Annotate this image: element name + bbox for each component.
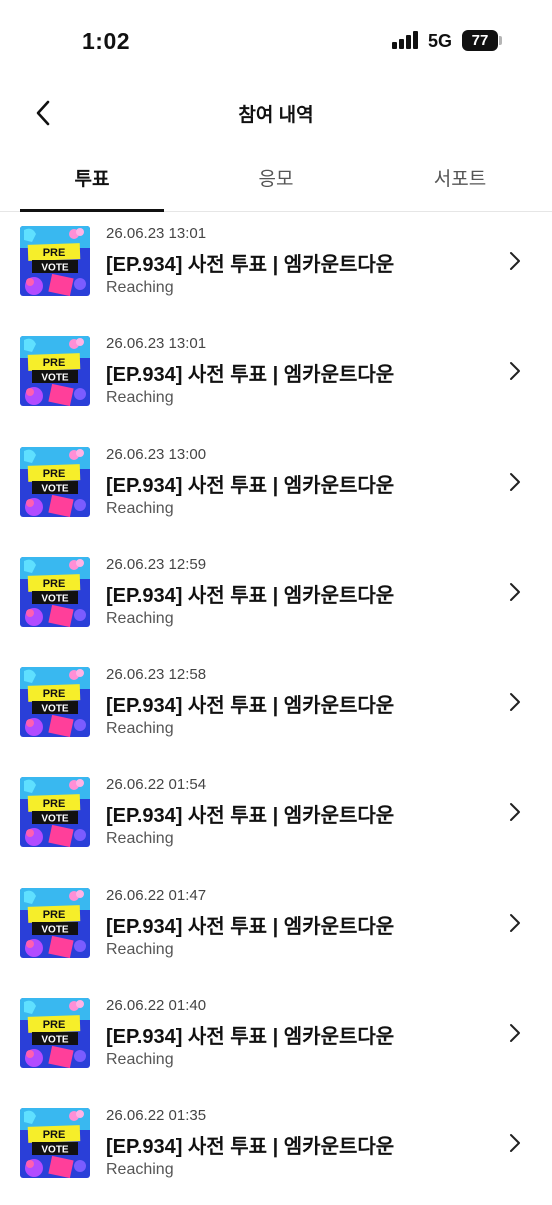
thumb-line1: PRE (43, 468, 66, 480)
list-item[interactable]: PRE VOTE 26.06.22 01:35 [EP.934] 사전 투표 |… (0, 1094, 552, 1204)
thumb-line2: VOTE (41, 373, 69, 384)
pre-vote-thumbnail: PRE VOTE (20, 226, 90, 296)
participation-list: PRE VOTE 26.06.23 13:01 [EP.934] 사전 투표 |… (0, 212, 552, 1205)
pre-vote-thumbnail: PRE VOTE (20, 667, 90, 738)
list-item[interactable]: PRE VOTE 26.06.22 01:40 [EP.934] 사전 투표 |… (0, 984, 552, 1094)
item-date: 26.06.22 01:35 (106, 1107, 207, 1125)
item-title: [EP.934] 사전 투표 | 엠카운트다운 (106, 584, 395, 607)
chevron-right-icon (510, 362, 520, 381)
item-title: [EP.934] 사전 투표 | 엠카운트다운 (106, 915, 395, 938)
chevron-right-icon (510, 693, 520, 712)
chevron-right-icon (510, 252, 520, 270)
battery-icon: 77 (462, 30, 498, 51)
network-label: 5G (428, 31, 453, 51)
thumb-line1: PRE (43, 688, 66, 700)
chevron-right-icon (510, 1134, 520, 1153)
chevron-right-icon (510, 803, 520, 822)
list-item[interactable]: PRE VOTE 26.06.23 12:58 [EP.934] 사전 투표 |… (0, 653, 552, 763)
item-title: [EP.934] 사전 투표 | 엠카운트다운 (106, 1026, 395, 1049)
chevron-right-icon (510, 472, 520, 491)
item-date: 26.06.23 13:00 (106, 445, 207, 463)
tab-vote[interactable]: 투표 (20, 152, 164, 212)
item-subtitle: Reaching (106, 940, 174, 958)
item-subtitle: Reaching (106, 609, 174, 627)
item-subtitle: Reaching (106, 830, 174, 848)
battery-cap (499, 36, 502, 45)
thumb-line1: PRE (43, 1019, 66, 1031)
pre-vote-thumbnail: PRE VOTE (20, 336, 90, 407)
pre-vote-thumbnail: PRE VOTE (20, 998, 90, 1069)
thumb-line2: VOTE (41, 263, 69, 274)
item-date: 26.06.22 01:47 (106, 886, 207, 904)
status-time: 1:02 (82, 28, 131, 54)
item-subtitle: Reaching (106, 1161, 174, 1179)
item-date: 26.06.22 01:40 (106, 997, 207, 1015)
item-title: [EP.934] 사전 투표 | 엠카운트다운 (106, 364, 395, 387)
item-date: 26.06.22 01:54 (106, 776, 207, 794)
list-item[interactable]: PRE VOTE 26.06.23 13:00 [EP.934] 사전 투표 |… (0, 433, 552, 543)
item-subtitle: Reaching (106, 1051, 174, 1069)
item-subtitle: Reaching (106, 279, 174, 296)
list-item[interactable]: PRE VOTE 26.06.23 12:59 [EP.934] 사전 투표 |… (0, 543, 552, 653)
thumb-line1: PRE (43, 909, 66, 921)
item-title: [EP.934] 사전 투표 | 엠카운트다운 (106, 695, 395, 718)
tab-entry[interactable]: 응모 (204, 152, 348, 211)
tab-bar: 투표 응모 서포트 (0, 152, 552, 212)
pre-vote-thumbnail: PRE VOTE (20, 446, 90, 517)
pre-vote-thumbnail: PRE VOTE (20, 556, 90, 627)
pre-vote-thumbnail: PRE VOTE (20, 1108, 90, 1179)
list-item[interactable]: PRE VOTE 26.06.22 01:47 [EP.934] 사전 투표 |… (0, 874, 552, 984)
thumb-line2: VOTE (41, 483, 69, 494)
page-title: 참여 내역 (238, 105, 314, 126)
thumb-line2: VOTE (41, 593, 69, 604)
chevron-right-icon (510, 582, 520, 601)
pre-vote-thumbnail: PRE VOTE (20, 887, 90, 958)
list-item[interactable]: PRE VOTE 26.06.23 13:01 [EP.934] 사전 투표 |… (0, 322, 552, 432)
item-date: 26.06.23 13:01 (106, 335, 207, 353)
nav-bar: 참여 내역 (0, 84, 552, 144)
item-date: 26.06.23 12:59 (106, 555, 207, 573)
thumb-line1: PRE (43, 1129, 66, 1141)
thumb-line1: PRE (43, 357, 66, 369)
thumb-line2: VOTE (41, 1145, 69, 1156)
tab-support[interactable]: 서포트 (388, 152, 532, 211)
pre-vote-thumbnail: PRE VOTE (20, 777, 90, 848)
thumb-line2: VOTE (41, 924, 69, 935)
thumb-line1: PRE (43, 578, 66, 590)
item-title: [EP.934] 사전 투표 | 엠카운트다운 (106, 254, 395, 276)
item-title: [EP.934] 사전 투표 | 엠카운트다운 (106, 1136, 395, 1159)
thumb-line2: VOTE (41, 704, 69, 715)
item-subtitle: Reaching (106, 389, 174, 407)
thumb-line1: PRE (43, 798, 66, 810)
item-date: 26.06.23 13:01 (106, 225, 207, 242)
chevron-right-icon (510, 1024, 520, 1043)
thumb-line2: VOTE (41, 1035, 69, 1046)
item-title: [EP.934] 사전 투표 | 엠카운트다운 (106, 474, 395, 497)
thumb-line1: PRE (43, 247, 66, 259)
item-date: 26.06.23 12:58 (106, 666, 207, 684)
thumb-line2: VOTE (41, 814, 69, 825)
item-subtitle: Reaching (106, 720, 174, 738)
chevron-right-icon (510, 913, 520, 932)
item-title: [EP.934] 사전 투표 | 엠카운트다운 (106, 805, 395, 828)
list-item[interactable]: PRE VOTE 26.06.22 01:54 [EP.934] 사전 투표 |… (0, 763, 552, 873)
signal-icon (392, 31, 420, 49)
list-item[interactable]: PRE VOTE 26.06.23 13:01 [EP.934] 사전 투표 |… (0, 212, 552, 322)
status-bar: 1:02 5G 77 (0, 0, 552, 84)
item-subtitle: Reaching (106, 499, 174, 517)
